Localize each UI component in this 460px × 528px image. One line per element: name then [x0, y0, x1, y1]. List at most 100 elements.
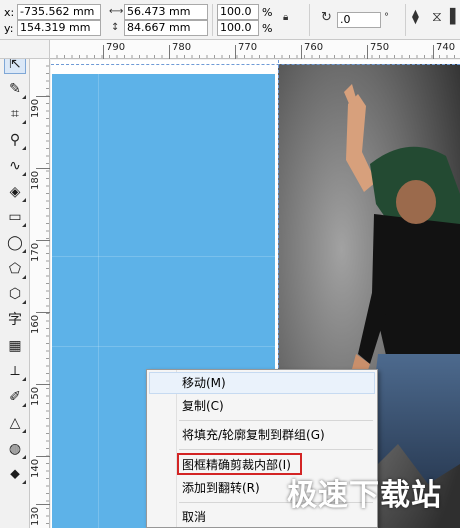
grid-line	[98, 74, 99, 528]
ruler-tick-label: 140	[30, 458, 41, 478]
x-label: x:	[4, 6, 15, 19]
vertical-ruler[interactable]: 190 180 170 160 150 140 130	[30, 59, 50, 528]
crop-tool-icon[interactable]: ⌗	[4, 103, 26, 125]
y-label: y:	[4, 22, 14, 35]
fill-tool-icon[interactable]: ◍	[4, 438, 26, 460]
separator	[212, 4, 213, 36]
interactive-fill-icon[interactable]: ⬥	[4, 463, 26, 485]
outline-pen-icon[interactable]: △	[4, 412, 26, 434]
ruler-major-tick	[36, 240, 50, 241]
parallel-dimension-icon[interactable]: ⟂	[4, 360, 26, 382]
flyout-indicator-icon	[22, 120, 26, 125]
ruler-major-tick	[36, 456, 50, 457]
grid-line	[52, 256, 275, 257]
property-bar: x: -735.562 mm y: 154.319 mm ⟷ 56.473 mm…	[0, 0, 460, 40]
ruler-major-tick	[36, 384, 50, 385]
ruler-corner[interactable]	[0, 40, 50, 59]
smart-fill-icon[interactable]: ◈	[4, 181, 26, 203]
ruler-major-tick	[235, 45, 236, 59]
flyout-indicator-icon	[22, 94, 26, 99]
horizontal-ruler[interactable]: 790 780 770 760 750 740	[50, 40, 460, 59]
rectangle-tool-icon[interactable]: ▭	[4, 206, 26, 228]
flyout-indicator-icon	[22, 480, 26, 485]
ruler-tick-label-wrap: 160	[30, 314, 43, 336]
height-icon: ↕	[111, 22, 120, 33]
ruler-major-tick	[36, 504, 50, 505]
menu-separator	[179, 420, 373, 421]
separator	[309, 4, 310, 36]
percent-label: %	[262, 6, 273, 19]
mirror-horizontal-icon[interactable]: ⧫	[412, 10, 419, 24]
ruler-tick-label-wrap: 150	[30, 386, 43, 408]
ellipse-tool-icon[interactable]: ◯	[4, 232, 26, 254]
mirror-vertical-icon[interactable]: ⧖	[432, 10, 442, 24]
flyout-indicator-icon	[22, 197, 26, 202]
flyout-indicator-icon	[22, 171, 26, 176]
menu-separator	[179, 449, 373, 450]
more-options-icon[interactable]: ▌	[450, 10, 460, 24]
ruler-major-tick	[367, 45, 368, 59]
scale-y-field[interactable]: 100.0	[217, 20, 259, 36]
ruler-tick-label-wrap: 140	[30, 458, 43, 480]
rotate-icon: ↻	[321, 10, 332, 25]
ruler-tick-label: 740	[436, 42, 456, 53]
x-position-field[interactable]: -735.562 mm	[17, 4, 101, 20]
flyout-indicator-icon	[22, 454, 26, 459]
grid-line	[52, 346, 275, 347]
separator	[405, 4, 406, 36]
flyout-indicator-icon	[22, 248, 26, 253]
ruler-tick-label: 180	[30, 170, 41, 190]
degree-icon: °	[384, 12, 389, 23]
ruler-major-tick	[301, 45, 302, 59]
y-position-field[interactable]: 154.319 mm	[17, 20, 101, 36]
ruler-tick-label: 190	[30, 98, 41, 118]
scale-x-field[interactable]: 100.0	[217, 4, 259, 20]
polygon-tool-icon[interactable]: ⬠	[4, 258, 26, 280]
ruler-tick-label: 750	[370, 42, 390, 53]
flyout-indicator-icon	[22, 223, 26, 228]
menu-item-copy-fill-outline[interactable]: 将填充/轮廓复制到群组(G)	[149, 424, 375, 446]
watermark-text: 极速下载站	[287, 478, 442, 513]
ruler-tick-label: 760	[304, 42, 324, 53]
flyout-indicator-icon	[22, 274, 26, 279]
ruler-major-tick	[36, 168, 50, 169]
highlight-annotation-box	[177, 453, 302, 475]
ruler-tick-label-wrap: 180	[30, 170, 43, 192]
ruler-major-tick	[36, 312, 50, 313]
ruler-tick-label: 150	[30, 386, 41, 406]
ruler-tick-label-wrap: 170	[30, 242, 43, 264]
flyout-indicator-icon	[22, 300, 26, 305]
ruler-tick-label: 170	[30, 242, 41, 262]
ruler-tick-label: 790	[106, 42, 126, 53]
shape-tool-icon[interactable]: ✎	[4, 78, 26, 100]
flyout-indicator-icon	[22, 377, 26, 382]
rotation-field[interactable]: .0	[337, 12, 381, 28]
table-tool-icon[interactable]: ▦	[4, 335, 26, 357]
guideline[interactable]	[51, 64, 460, 65]
ruler-tick-label-wrap: 190	[30, 98, 43, 120]
basic-shapes-icon[interactable]: ⬡	[4, 283, 26, 305]
zoom-tool-icon[interactable]: ⚲	[4, 129, 26, 151]
menu-item-move[interactable]: 移动(M)	[149, 372, 375, 394]
menu-item-copy[interactable]: 复制(C)	[149, 395, 375, 417]
ruler-tick-label: 160	[30, 314, 41, 334]
flyout-indicator-icon	[22, 403, 26, 408]
freehand-tool-icon[interactable]: ∿	[4, 155, 26, 177]
width-field[interactable]: 56.473 mm	[124, 4, 208, 20]
flyout-indicator-icon	[22, 428, 26, 433]
ruler-tick-label: 780	[172, 42, 192, 53]
ruler-major-tick	[433, 45, 434, 59]
percent-label: %	[262, 22, 273, 35]
ruler-major-tick	[103, 45, 104, 59]
ruler-major-tick	[169, 45, 170, 59]
ruler-tick-label: 130	[30, 506, 41, 526]
toolbox: ⇱ ✎ ⌗ ⚲ ∿ ◈ ▭ ◯ ⬠ ⬡ 字 ▦ ⟂ ✐ △ ◍ ⬥	[0, 40, 30, 528]
ruler-tick-label-wrap: 130	[30, 506, 43, 528]
eyedropper-icon[interactable]: ✐	[4, 386, 26, 408]
flyout-indicator-icon	[22, 146, 26, 151]
width-icon: ⟷	[109, 6, 124, 17]
text-tool-icon[interactable]: 字	[4, 309, 26, 331]
ruler-tick-label: 770	[238, 42, 258, 53]
lock-icon[interactable]: 🔒︎	[283, 11, 288, 25]
height-field[interactable]: 84.667 mm	[124, 20, 208, 36]
